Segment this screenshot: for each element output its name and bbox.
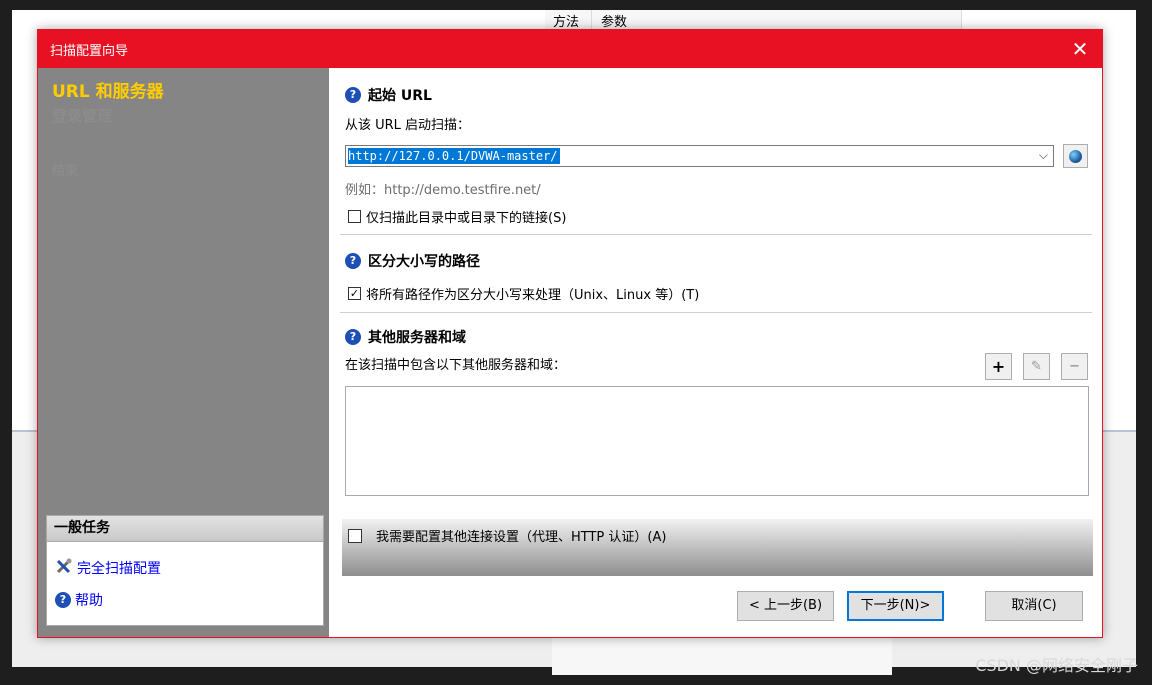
case-sensitive-section-title: ? 区分大小写的路径 — [345, 251, 480, 271]
globe-icon — [1069, 149, 1082, 163]
help-icon[interactable]: ? — [345, 87, 361, 103]
tools-icon — [55, 557, 73, 579]
add-server-button[interactable]: + — [985, 353, 1012, 380]
url-example-text: 例如：http://demo.testfire.net/ — [345, 183, 541, 198]
other-servers-prompt: 在该扫描中包含以下其他服务器和域： — [345, 358, 567, 373]
start-url-input[interactable] — [348, 147, 1028, 165]
start-url-prompt: 从该 URL 启动扫描： — [345, 118, 471, 133]
help-link[interactable]: ? 帮助 — [55, 590, 103, 610]
background-table-header: 方法 参数 — [545, 10, 961, 31]
only-this-directory-label: 仅扫描此目录中或目录下的链接(S) — [366, 211, 567, 226]
start-url-section-title: ? 起始 URL — [345, 85, 432, 105]
remove-server-button[interactable]: − — [1061, 353, 1088, 380]
only-this-directory-checkbox[interactable] — [348, 210, 361, 223]
wizard-steps-panel: URL 和服务器 登录管理 结束 一般任务 完全扫描配置 ? 帮助 — [38, 68, 329, 637]
plus-icon: + — [991, 357, 1006, 376]
column-divider — [591, 10, 592, 30]
close-button[interactable]: ✕ — [1058, 30, 1102, 68]
connection-settings-checkbox[interactable] — [348, 528, 362, 543]
column-header-method: 方法 — [553, 15, 580, 30]
full-scan-config-label: 完全扫描配置 — [77, 561, 161, 577]
minus-icon: − — [1069, 359, 1080, 374]
next-button[interactable]: 下一步(N)> — [847, 591, 944, 621]
other-servers-title-text: 其他服务器和域 — [368, 330, 466, 346]
pencil-icon: ✎ — [1031, 359, 1042, 374]
general-tasks-header: 一般任务 — [47, 516, 323, 542]
watermark: CSDN @网络安全刚子 — [975, 656, 1138, 675]
column-header-params: 参数 — [601, 15, 628, 30]
chevron-down-icon[interactable]: ⌵ — [1039, 148, 1048, 163]
other-servers-list[interactable] — [345, 386, 1089, 496]
start-url-combobox[interactable]: ⌵ — [345, 145, 1054, 167]
full-scan-config-link[interactable]: 完全扫描配置 — [55, 557, 161, 579]
wizard-content-panel: ? 起始 URL 从该 URL 启动扫描： ⌵ 例如：http://demo.t… — [330, 68, 1102, 637]
cancel-button[interactable]: 取消(C) — [985, 591, 1083, 621]
case-sensitive-title-text: 区分大小写的路径 — [368, 254, 480, 270]
other-servers-section-title: ? 其他服务器和域 — [345, 327, 466, 347]
connection-settings-area: 我需要配置其他连接设置（代理、HTTP 认证）(A) — [342, 519, 1093, 576]
help-icon: ? — [55, 592, 71, 608]
case-sensitive-checkbox[interactable]: ✓ — [348, 287, 361, 300]
step-finish: 结束 — [52, 164, 79, 179]
step-url-and-servers: URL 和服务器 — [52, 82, 164, 102]
help-icon[interactable]: ? — [345, 329, 361, 345]
case-sensitive-option[interactable]: ✓ 将所有路径作为区分大小写来处理（Unix、Linux 等）(T) — [348, 284, 699, 303]
previous-button[interactable]: < 上一步(B) — [737, 591, 834, 621]
close-icon: ✕ — [1071, 37, 1089, 61]
step-login-management: 登录管理 — [52, 107, 113, 125]
help-icon[interactable]: ? — [345, 253, 361, 269]
section-divider — [340, 234, 1092, 235]
only-this-directory-option[interactable]: 仅扫描此目录中或目录下的链接(S) — [348, 207, 566, 226]
scan-config-wizard-dialog: 扫描配置向导 ✕ URL 和服务器 登录管理 结束 一般任务 完全扫描配置 ? … — [37, 29, 1103, 638]
open-browser-button[interactable] — [1063, 144, 1088, 168]
edit-server-button[interactable]: ✎ — [1023, 353, 1050, 380]
help-label: 帮助 — [75, 593, 103, 609]
section-divider — [340, 312, 1092, 313]
title-bar[interactable]: 扫描配置向导 ✕ — [38, 30, 1102, 68]
general-tasks-box: 一般任务 完全扫描配置 ? 帮助 — [46, 515, 324, 626]
dialog-title: 扫描配置向导 — [50, 44, 129, 59]
connection-settings-option[interactable]: 我需要配置其他连接设置（代理、HTTP 认证）(A) — [348, 526, 666, 545]
connection-settings-label: 我需要配置其他连接设置（代理、HTTP 认证）(A) — [376, 530, 667, 545]
case-sensitive-label: 将所有路径作为区分大小写来处理（Unix、Linux 等）(T) — [366, 288, 700, 303]
start-url-title-text: 起始 URL — [368, 88, 432, 104]
